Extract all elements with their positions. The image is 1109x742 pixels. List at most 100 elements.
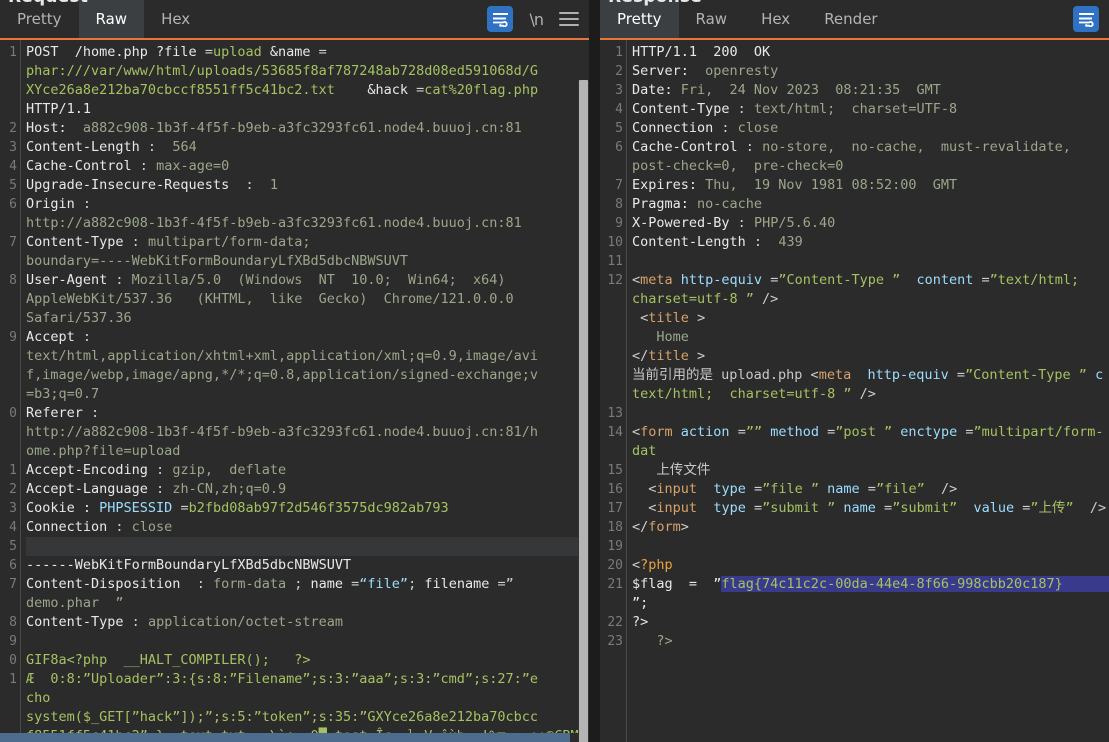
line-number: 1 [9,45,17,60]
code-line: Cache-Control : no-store, no-cache, must… [632,138,1109,157]
request-panel: Request Pretty Raw Hex [0,0,589,742]
line-number: 2 [9,121,17,136]
line-number: 8 [615,197,623,212]
request-horizontal-scrollbar[interactable] [0,733,578,742]
line-number: . [0,442,20,461]
code-token: Expires: [632,177,706,193]
request-word-wrap-button[interactable] [487,6,514,32]
code-token: ”submit ” [762,500,836,516]
response-word-wrap-button[interactable] [1073,6,1099,32]
code-token: $flag = ” [632,576,722,592]
code-token: : [737,215,754,231]
code-token: Accept-Encoding [26,462,157,478]
code-token: = [318,44,327,60]
code-token: ?file [156,44,205,60]
code-token: charset=utf-8 ” [632,291,754,307]
code-token: phar:///var/www/html/uploads/53685f8af78… [26,63,539,79]
code-line: $flag = ”flag{74c11c2c-00da-44e4-8f66-99… [632,575,1109,613]
code-token: HTTP/1.1 [26,101,92,117]
code-token: Content-Disposition [26,576,189,592]
line-number: 22 [607,615,623,630]
line-number: . [0,594,20,613]
code-token: b2fbd08ab97f2d546f3575dc982ab793 [188,500,449,516]
code-token: boundary=----WebKitFormBoundaryLfXBd5dbc… [26,253,409,269]
code-token: content [900,272,982,288]
code-token: Connection [26,519,116,535]
code-token: Home [632,329,689,345]
line-number: 17 [607,501,623,516]
code-token: : [131,614,148,630]
code-token: ; [408,576,425,592]
code-token: ”submit” [892,500,958,516]
request-editor[interactable]: 1...23456.7.8..9...0..1234567.8901... PO… [0,40,589,742]
code-token: : [115,519,132,535]
code-line: 当前引用的是 upload.php <meta http-equiv =”Con… [632,366,1109,385]
code-token: > [697,310,706,326]
code-line: X-Powered-By : PHP/5.6.40 [632,214,1109,233]
line-number: 1 [9,463,17,478]
code-token: Referer [26,405,92,421]
request-menu-button[interactable] [559,12,579,26]
code-token: = [956,367,966,383]
tab-response-hex[interactable]: Hex [744,0,807,38]
request-body-text[interactable]: POST /home.php ?file =upload &name = phar… [20,40,589,742]
code-token: &hack [334,82,417,98]
scrollbar-thumb[interactable] [0,733,570,742]
code-line: <meta http-equiv = ”Content-Type ” conten… [632,271,1109,290]
code-token: : [156,462,173,478]
code-token: : [745,139,763,155]
code-token: ”; [632,595,649,611]
code-token: http-equiv [859,367,957,383]
code-token: : [139,158,157,174]
code-line: XYce26a8e212ba70cbccf8551ff5c41bc2.txt &… [26,81,589,100]
tab-request-hex[interactable]: Hex [144,0,207,38]
code-token: </ [632,519,649,535]
response-body-text[interactable]: HTTP/1.1 200 OK Server: openresty Date: Fr… [626,40,1109,742]
code-token: : [237,177,262,193]
code-line: Cache-Control : max-age=0 [26,157,589,176]
scrollbar-thumb[interactable] [579,80,588,742]
response-editor[interactable]: 123456.789101112......1314.1516171819202… [600,40,1109,742]
response-line-numbers: 123456.789101112......1314.1516171819202… [600,40,626,742]
line-number: 7 [9,235,17,250]
code-token: XYce26a8e212ba70cbccf8551ff5c41bc2.txt [26,82,335,98]
line-number: . [0,309,20,328]
code-token: : [115,272,132,288]
code-token: enctype [892,424,966,440]
line-number: 15 [607,463,623,478]
code-line: Home [632,328,1109,347]
code-token: filename [424,576,498,592]
code-line: f,image/webp,image/apng,*/*;q=0.8,applic… [26,366,589,385]
request-vertical-scrollbar[interactable] [578,80,589,742]
code-token: c [1086,367,1104,383]
line-number: 7 [9,577,17,592]
code-line: ome.php?file=upload [26,442,589,461]
tab-response-render[interactable]: Render [807,0,894,38]
code-line: Content-Type : application/octet-stream [26,613,589,632]
code-token: a882c908-1b3f-4f5f-b9eb-a3fc3293fc61.nod… [74,120,522,136]
request-panel-title: Request [8,0,88,7]
line-number: 0 [9,653,17,668]
code-token: max-age=0 [156,158,230,174]
code-token: Thu, 19 Nov 1981 08:52:00 GMT [705,177,958,193]
code-line: Accept-Encoding : gzip, deflate [26,461,589,480]
line-number: . [600,347,626,366]
panel-divider[interactable] [589,0,600,742]
code-line: Accept : [26,328,589,347]
line-number: 9 [615,216,623,231]
code-token: action [680,424,738,440]
line-number: 18 [607,520,623,535]
code-token: Mozilla/5.0 (Windows NT 10.0; Win64; x64… [131,272,506,288]
tab-request-raw[interactable]: Raw [78,0,145,38]
code-token: 1 [261,177,278,193]
code-line: demo.phar ” [26,594,589,613]
code-line: ?> [632,613,1109,632]
line-number: 9 [9,634,17,649]
request-newline-button[interactable]: \n [529,10,543,29]
line-number: 5 [9,178,17,193]
code-token: = [884,500,893,516]
code-line: Content-Type : text/html; charset=UTF-8 [632,100,1109,119]
line-number: 23 [607,634,623,649]
